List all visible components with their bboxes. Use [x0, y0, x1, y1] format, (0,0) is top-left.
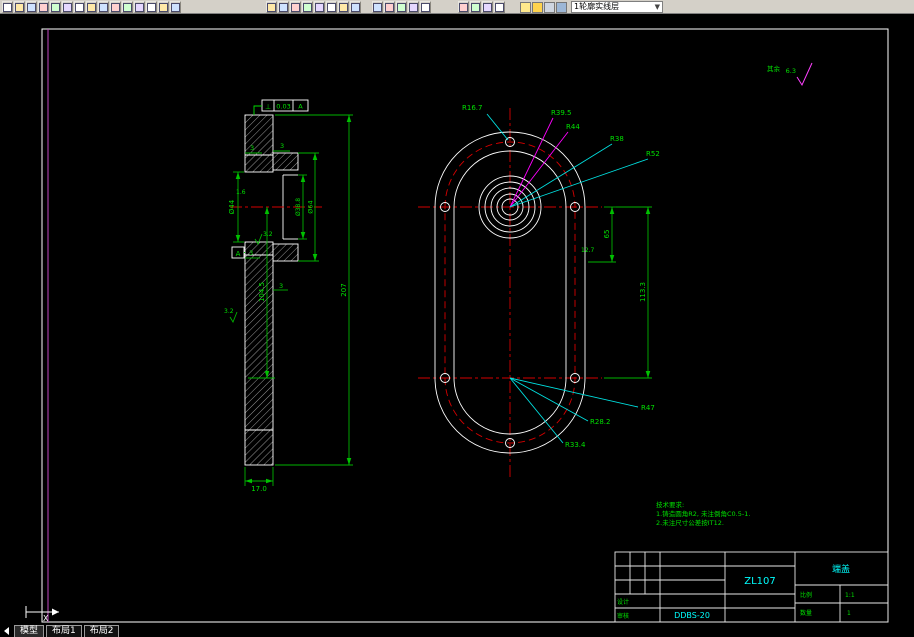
scale-label: 比例 [800, 591, 812, 599]
tolerance-symbol: ⊥ [265, 103, 271, 111]
status-bar: 模型 布局1 布局2 [0, 624, 914, 637]
label-r334: R33.4 [565, 441, 586, 449]
drawing-canvas[interactable]: ⊥ 0.03 A A 3 3 1.6 Ø44 Ø38.8 Ø64 3.2 3 3… [0, 0, 914, 637]
part-name: 端盖 [832, 563, 850, 575]
left-view-hatch [244, 114, 299, 466]
label-r38: R38 [610, 135, 624, 143]
dim-top-3a: 3 [250, 144, 254, 152]
sheet-frame [41, 28, 889, 623]
dim-len-207: 207 [340, 283, 348, 296]
surface-finish-prefix: 其余 [767, 64, 781, 73]
application-window: 1轮廓实线层 ▼ ⊥ 0.03 A A 3 3 1.6 Ø44 Ø38.8 Ø6… [0, 0, 914, 637]
label-r44: R44 [566, 123, 580, 131]
drawing-number: DDBS-20 [674, 611, 710, 620]
label-r52: R52 [646, 150, 660, 158]
left-view-dim-texts: 3 3 1.6 Ø44 Ø38.8 Ø64 3.2 3 3 104.5 207 … [224, 142, 348, 493]
dim-127: 12.7 [581, 247, 595, 254]
dim-dia-388: Ø38.8 [295, 198, 302, 216]
right-view-centerlines [418, 108, 602, 480]
scale-value: 1:1 [845, 592, 855, 599]
dim-top-3b: 3 [280, 142, 284, 150]
dim-rough-32b: 3.2 [224, 308, 234, 315]
tolerance-value: 0.03 [276, 103, 290, 111]
notes-title: 技术要求: [656, 500, 684, 509]
qty-value: 1 [847, 610, 851, 617]
dim-65: 65 [603, 230, 611, 239]
dim-mid-3b: 3 [279, 282, 283, 290]
dim-len-1045: 104.5 [258, 282, 266, 302]
label-r167: R16.7 [462, 104, 482, 112]
surface-finish-mark: 其余 6.3 [767, 62, 813, 87]
datum-label: A [236, 250, 241, 258]
dim-mid-3a: 3 [249, 249, 253, 257]
tab-layout2[interactable]: 布局2 [83, 624, 120, 637]
tab-layout1[interactable]: 布局1 [46, 624, 82, 637]
datum-flag: A [231, 246, 245, 259]
ucs-x-label: X [43, 614, 49, 623]
tech-notes: 技术要求: 1.铸造圆角R2, 未注倒角C0.5-1. 2.未注尺寸公差按IT1… [656, 500, 750, 527]
label-r395: R39.5 [551, 109, 571, 117]
dim-1133: 113.3 [639, 282, 647, 302]
tab-scroll-left-icon[interactable] [4, 626, 9, 635]
tolerance-datum: A [298, 103, 303, 111]
left-view: ⊥ 0.03 A A 3 3 1.6 Ø44 Ø38.8 Ø64 3.2 3 3… [224, 99, 353, 493]
right-view: R16.7 R39.5 R44 R38 R52 R47 R28.2 R33.4 … [418, 104, 660, 480]
dim-neck-16: 1.6 [236, 189, 246, 196]
check-label: 审核 [617, 612, 629, 620]
dim-thick-170: 17.0 [251, 485, 267, 493]
right-view-dim-texts: 12.7 65 113.3 [581, 230, 647, 302]
material-code: ZL107 [744, 576, 776, 587]
radius-labels: R16.7 R39.5 R44 R38 R52 R47 R28.2 R33.4 [462, 104, 660, 449]
dim-dia-64: Ø64 [307, 200, 315, 213]
notes-line2: 2.未注尺寸公差按IT12. [656, 518, 724, 527]
tolerance-frame: ⊥ 0.03 A [253, 99, 309, 115]
label-r47: R47 [641, 404, 655, 412]
label-r282: R28.2 [590, 418, 610, 426]
qty-label: 数量 [800, 609, 812, 617]
tab-model[interactable]: 模型 [14, 624, 45, 637]
radius-leaders [486, 113, 649, 444]
dim-rough-32a: 3.2 [263, 231, 273, 238]
design-label: 设计 [617, 598, 629, 606]
title-block: ZL107 DDBS-20 端盖 设计 审核 比例 1:1 数量 1 [614, 551, 889, 623]
notes-line1: 1.铸造圆角R2, 未注倒角C0.5-1. [656, 509, 750, 518]
surface-finish-value: 6.3 [786, 67, 796, 75]
dim-dia-44: Ø44 [228, 199, 236, 214]
